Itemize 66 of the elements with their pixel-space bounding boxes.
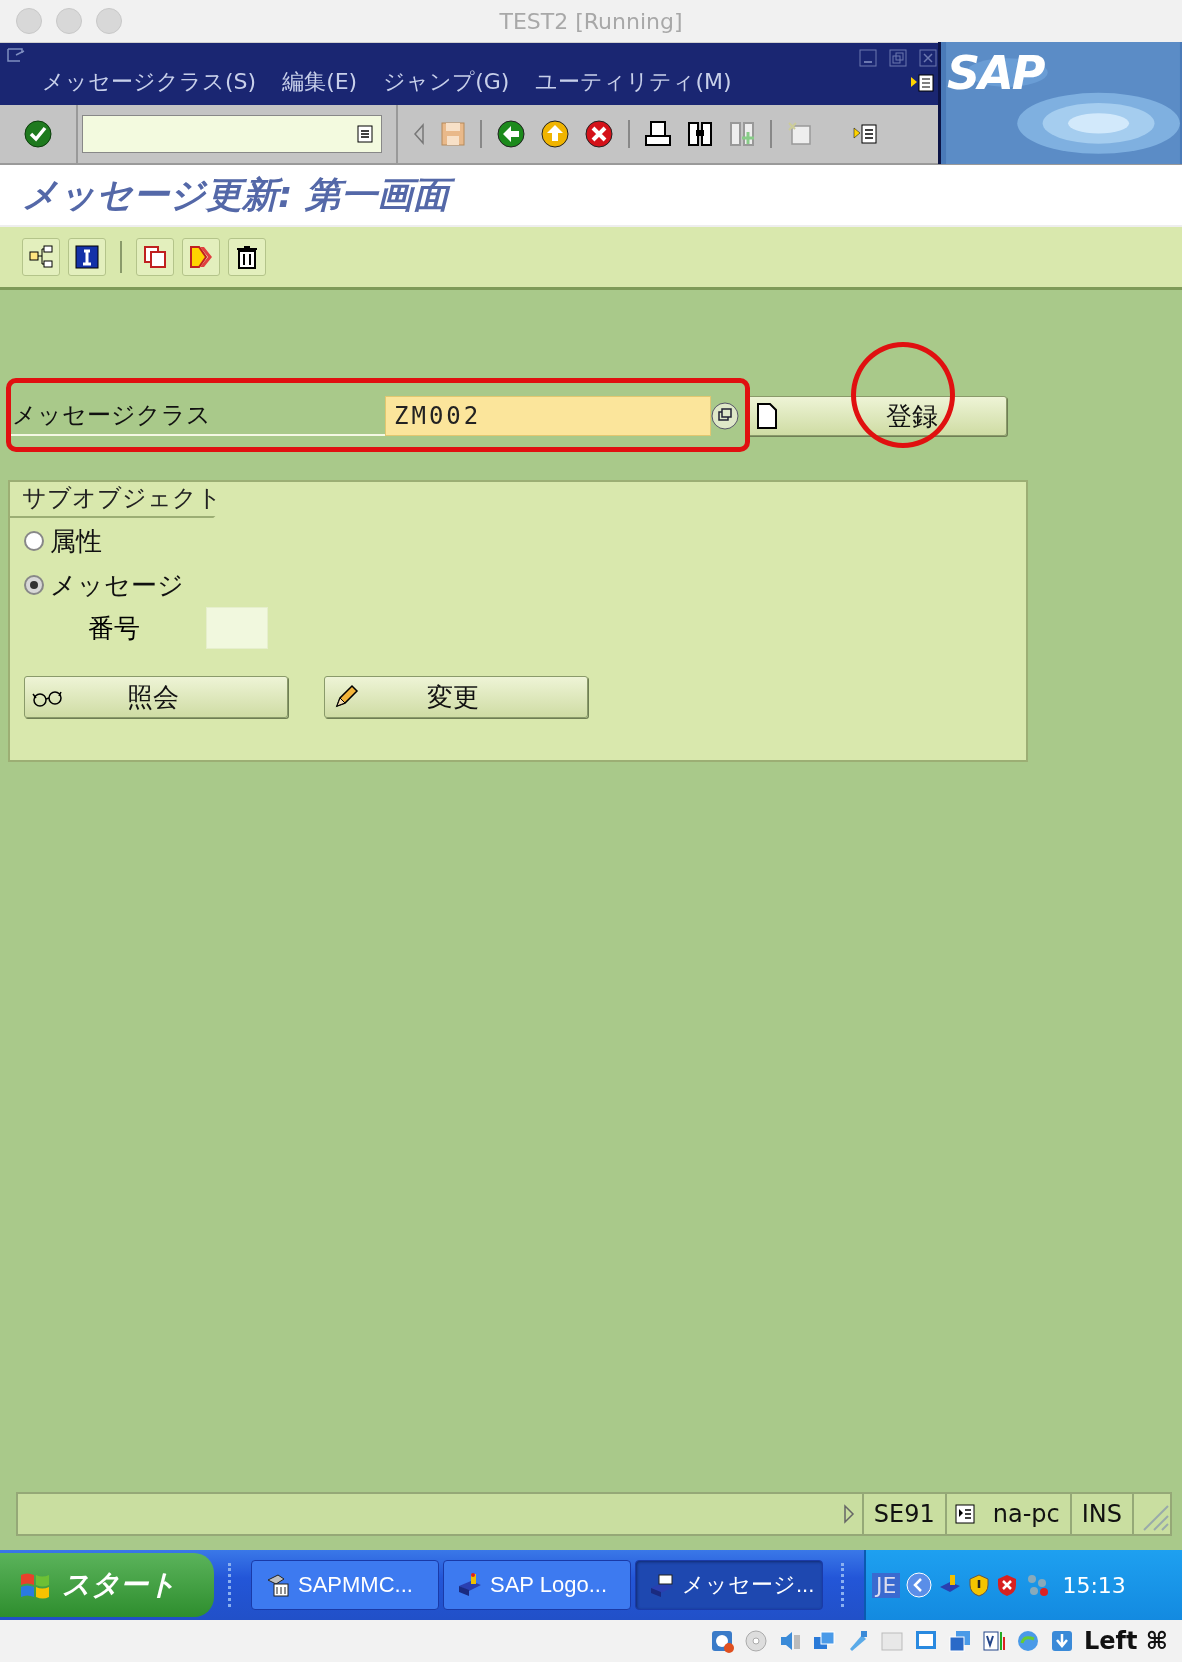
rename-icon — [188, 244, 214, 270]
delete-icon — [234, 244, 260, 270]
clock: 15:13 — [1062, 1572, 1126, 1598]
input-field[interactable] — [206, 607, 268, 649]
collapse-icon[interactable] — [412, 121, 426, 147]
restore-icon[interactable] — [889, 49, 907, 67]
optical-disc-icon[interactable] — [743, 1629, 768, 1653]
history-icon[interactable] — [357, 125, 373, 143]
screen-title: メッセージ更新: 第一画面 — [0, 165, 1182, 225]
close-icon[interactable] — [919, 49, 937, 67]
download-icon[interactable] — [1049, 1629, 1074, 1653]
input-mode: INS — [1071, 1494, 1134, 1534]
menu-item[interactable]: ジャンプ(G) — [383, 67, 510, 97]
input-field[interactable]: ZM002 — [385, 396, 711, 436]
shield-icon[interactable] — [968, 1573, 991, 1597]
transaction-code: SE91 — [863, 1494, 947, 1534]
language-indicator[interactable]: JE — [872, 1572, 901, 1598]
info-button[interactable] — [68, 238, 106, 276]
field-label: 番号 — [88, 611, 141, 645]
document-icon — [756, 402, 778, 430]
find-next-icon[interactable] — [728, 120, 756, 148]
copy-icon — [142, 244, 168, 270]
host-key-label: Left ⌘ — [1083, 1627, 1168, 1655]
taskbar-button[interactable]: SAPMMC... — [251, 1560, 439, 1610]
find-icon[interactable] — [686, 120, 714, 148]
radio-button[interactable] — [24, 531, 44, 551]
vt-x-icon[interactable] — [981, 1629, 1006, 1653]
print-icon[interactable] — [644, 120, 672, 148]
program-icon — [648, 1572, 674, 1598]
up-icon[interactable] — [540, 119, 570, 149]
menu-item[interactable]: 編集(E) — [282, 67, 358, 97]
layout-menu-icon[interactable] — [909, 73, 937, 93]
back-icon[interactable] — [496, 119, 526, 149]
menu-item[interactable]: メッセージクラス(S) — [42, 67, 257, 97]
enter-check-icon[interactable] — [23, 119, 53, 149]
server-name: na-pc — [982, 1494, 1072, 1534]
radio-button[interactable] — [24, 575, 44, 595]
shield-alert-icon[interactable] — [996, 1573, 1019, 1597]
rename-button[interactable] — [182, 238, 220, 276]
cancel-icon[interactable] — [584, 119, 614, 149]
copy-button[interactable] — [136, 238, 174, 276]
radio-label: メッセージ — [50, 568, 184, 602]
delete-button[interactable] — [228, 238, 266, 276]
change-button[interactable]: 変更 — [324, 676, 588, 718]
system-info-icon[interactable] — [954, 1504, 975, 1524]
field-label: メッセージクラス — [8, 396, 385, 436]
info-icon — [74, 244, 100, 270]
window-title: TEST2 [Running] — [498, 8, 684, 34]
collapse-tray-icon[interactable] — [906, 1572, 933, 1598]
command-field[interactable] — [82, 115, 382, 153]
minimize-icon[interactable] — [859, 49, 877, 67]
display-button[interactable]: 照会 — [24, 676, 288, 718]
screen-capture-icon[interactable] — [947, 1629, 972, 1653]
taskbar-button[interactable]: メッセージ... — [635, 1560, 823, 1610]
program-icon — [456, 1572, 482, 1598]
value-help-icon[interactable] — [711, 401, 739, 431]
radio-label: 属性 — [50, 524, 102, 558]
hierarchy-button[interactable] — [22, 238, 60, 276]
menu-item[interactable]: ユーティリティ(M) — [535, 67, 732, 97]
logo-text: SAP — [947, 46, 1044, 100]
expand-icon[interactable] — [841, 1503, 856, 1525]
taskbar-button[interactable]: SAP Logo... — [443, 1560, 631, 1610]
new-session-icon[interactable] — [786, 120, 814, 148]
layout-menu-icon[interactable] — [852, 123, 880, 145]
sync-icon[interactable] — [1015, 1629, 1040, 1653]
hierarchy-icon — [28, 244, 54, 270]
